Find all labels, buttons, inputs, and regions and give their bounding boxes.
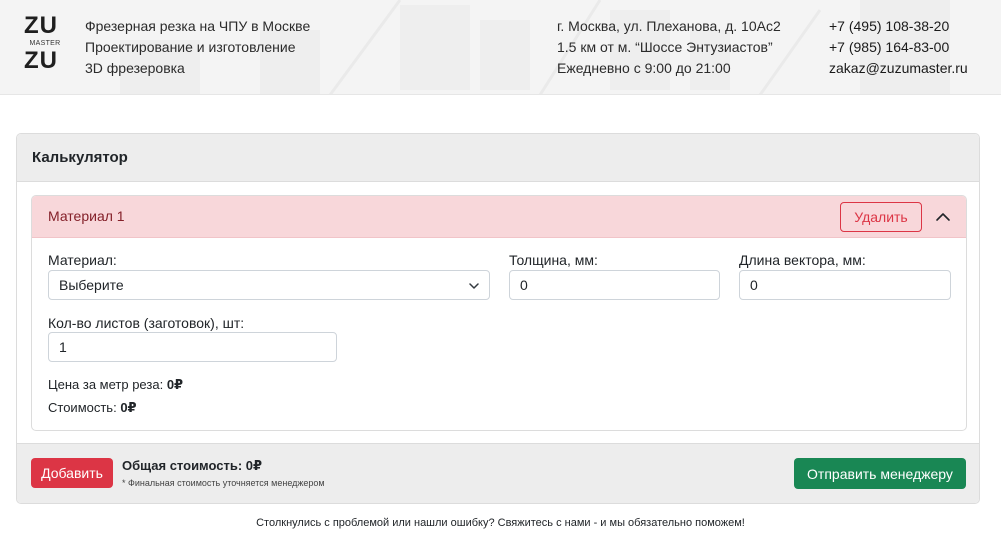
service-line: 3D фрезеровка: [85, 60, 185, 76]
logo-bottom-text: ZU: [24, 47, 58, 74]
sheets-input[interactable]: 1: [48, 332, 337, 362]
vector-length-input[interactable]: 0: [739, 270, 951, 300]
total-cost: Общая стоимость: 0₽: [122, 458, 263, 473]
material-block-header[interactable]: Материал 1 Удалить: [32, 196, 966, 238]
price-per-meter-label: Цена за метр реза:: [48, 377, 164, 392]
phone-link-1[interactable]: +7 (495) 108-38-20: [829, 16, 968, 37]
service-line: Проектирование и изготовление: [85, 39, 296, 55]
material-label: Материал:: [48, 252, 117, 268]
site-header: ZU MASTER ZU Фрезерная резка на ЧПУ в Мо…: [0, 0, 1001, 95]
thickness-input[interactable]: 0: [509, 270, 720, 300]
calculator-card: Калькулятор Материал 1 Удалить Материал:…: [16, 133, 980, 504]
email-link[interactable]: zakaz@zuzumaster.ru: [829, 58, 968, 79]
thickness-label: Толщина, мм:: [509, 252, 598, 268]
header-contacts: +7 (495) 108-38-20 +7 (985) 164-83-00 za…: [829, 16, 968, 79]
material-cost: Стоимость: 0₽: [48, 400, 137, 416]
sheets-label: Кол-во листов (заготовок), шт:: [48, 315, 245, 331]
send-to-manager-button[interactable]: Отправить менеджеру: [794, 458, 966, 489]
header-address: г. Москва, ул. Плеханова, д. 10Ас2 1.5 к…: [557, 16, 781, 79]
add-material-button[interactable]: Добавить: [31, 458, 113, 488]
chevron-down-icon: [469, 283, 479, 289]
calculator-footer: Добавить Общая стоимость: 0₽ * Финальная…: [17, 443, 979, 503]
total-cost-note: * Финальная стоимость уточняется менедже…: [122, 478, 325, 488]
address-line: 1.5 км от м. “Шоссе Энтузиастов”: [557, 39, 773, 55]
calculator-header: Калькулятор: [17, 134, 979, 182]
service-line: Фрезерная резка на ЧПУ в Москве: [85, 18, 311, 34]
calculator-title: Калькулятор: [32, 149, 128, 166]
material-select-value: Выберите: [59, 277, 124, 293]
material-cost-label: Стоимость:: [48, 400, 117, 415]
phone-link-2[interactable]: +7 (985) 164-83-00: [829, 37, 968, 58]
header-services: Фрезерная резка на ЧПУ в Москве Проектир…: [85, 16, 310, 79]
material-block: Материал 1 Удалить Материал: Выберите То…: [31, 195, 967, 431]
vector-length-label: Длина вектора, мм:: [739, 252, 866, 268]
material-block-title: Материал 1: [48, 208, 125, 224]
address-line: г. Москва, ул. Плеханова, д. 10Ас2: [557, 18, 781, 34]
feedback-text: Столкнулись с проблемой или нашли ошибку…: [256, 517, 745, 529]
price-per-meter: Цена за метр реза: 0₽: [48, 377, 183, 393]
material-select[interactable]: Выберите: [48, 270, 490, 300]
logo-top-text: ZU: [24, 12, 58, 39]
material-cost-value: 0₽: [120, 400, 137, 415]
price-per-meter-value: 0₽: [166, 377, 184, 392]
hours-line: Ежедневно с 9:00 до 21:00: [557, 60, 731, 76]
chevron-up-icon[interactable]: [935, 209, 951, 225]
logo-middle-text: MASTER: [29, 40, 61, 47]
delete-material-button[interactable]: Удалить: [840, 202, 922, 232]
site-logo[interactable]: ZU MASTER ZU: [24, 12, 66, 76]
